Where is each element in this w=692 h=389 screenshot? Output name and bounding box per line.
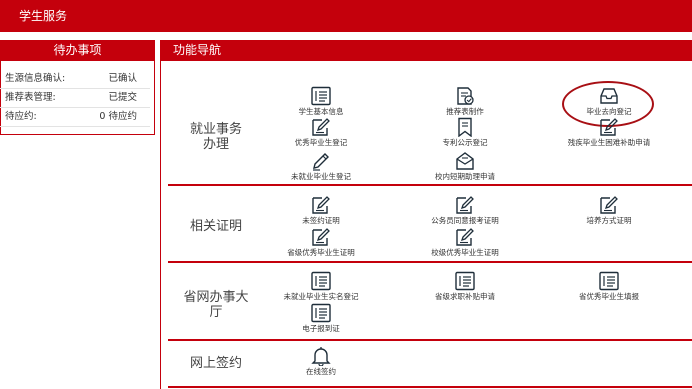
edit-icon — [598, 117, 620, 137]
edit-icon — [598, 195, 620, 215]
document-edit-icon — [454, 86, 476, 106]
function-nav-title: 功能导航 — [160, 40, 692, 61]
category-divider — [168, 261, 692, 263]
form-icon — [310, 86, 332, 106]
todo-label: 推荐表管理: — [5, 92, 56, 103]
item-unsigned-certificate[interactable]: 未签约证明 — [266, 195, 376, 226]
item-recommendation-form[interactable]: 推荐表制作 — [410, 86, 520, 117]
item-electronic-report-card[interactable]: 电子报到证 — [266, 303, 376, 334]
category-online-signing: 网上签约 — [189, 356, 242, 371]
todo-row-recommendation[interactable]: 推荐表管理: 已提交 — [5, 92, 137, 104]
todo-value: 已提交 — [108, 92, 137, 103]
envelope-icon — [454, 151, 476, 171]
edit-icon — [310, 227, 332, 247]
form-icon — [598, 271, 620, 291]
todo-panel-title: 待办事项 — [0, 40, 155, 61]
item-unemployed-real-name[interactable]: 未就业毕业生实名登记 — [266, 271, 376, 302]
edit-icon — [310, 117, 332, 137]
category-divider — [168, 184, 692, 186]
item-student-basic-info[interactable]: 学生基本信息 — [266, 86, 376, 117]
form-icon — [310, 271, 332, 291]
todo-row-source-info[interactable]: 生源信息确认: 已确认 — [5, 73, 137, 85]
edit-icon — [454, 195, 476, 215]
top-bar — [0, 0, 692, 32]
category-divider — [168, 386, 692, 388]
item-training-mode-certificate[interactable]: 培养方式证明 — [554, 195, 664, 226]
form-icon — [310, 303, 332, 323]
category-employment-affairs: 就业事务 办理 — [189, 122, 242, 152]
todo-value: 已确认 — [108, 73, 137, 84]
item-disabled-graduate-subsidy[interactable]: 残疾毕业生困难补助申请 — [554, 117, 664, 148]
bell-icon — [310, 346, 332, 366]
todo-row-pending[interactable]: 待应约: 0 待应约 — [5, 111, 137, 123]
bookmark-icon — [454, 117, 476, 137]
form-icon — [454, 271, 476, 291]
item-campus-assistant[interactable]: 校内短期助理申请 — [410, 151, 520, 182]
divider — [0, 126, 150, 127]
item-patent-publicity[interactable]: 专利公示登记 — [410, 117, 520, 148]
category-certificates: 相关证明 — [189, 219, 242, 234]
category-provincial-hall: 省网办事大厅 — [183, 290, 249, 320]
item-excellent-graduate[interactable]: 优秀毕业生登记 — [266, 117, 376, 148]
edit-icon — [310, 195, 332, 215]
divider — [0, 88, 150, 89]
page-title: 学生服务 — [19, 9, 68, 23]
todo-label: 待应约: — [5, 111, 37, 122]
item-civil-servant-certificate[interactable]: 公务员同意报考证明 — [410, 195, 520, 226]
item-unemployed-graduate[interactable]: 未就业毕业生登记 — [266, 151, 376, 182]
category-divider — [168, 339, 692, 341]
edit-icon — [454, 227, 476, 247]
item-school-excellent-certificate[interactable]: 校级优秀毕业生证明 — [410, 227, 520, 258]
todo-value: 0 待应约 — [99, 111, 137, 122]
pencil-icon — [310, 151, 332, 171]
todo-label: 生源信息确认: — [5, 73, 66, 84]
item-online-signing[interactable]: 在线签约 — [266, 346, 376, 377]
item-provincial-excellent-report[interactable]: 省优秀毕业生填报 — [554, 271, 664, 302]
divider — [0, 107, 150, 108]
item-provincial-excellent-certificate[interactable]: 省级优秀毕业生证明 — [266, 227, 376, 258]
item-job-seeking-subsidy[interactable]: 省级求职补贴申请 — [410, 271, 520, 302]
